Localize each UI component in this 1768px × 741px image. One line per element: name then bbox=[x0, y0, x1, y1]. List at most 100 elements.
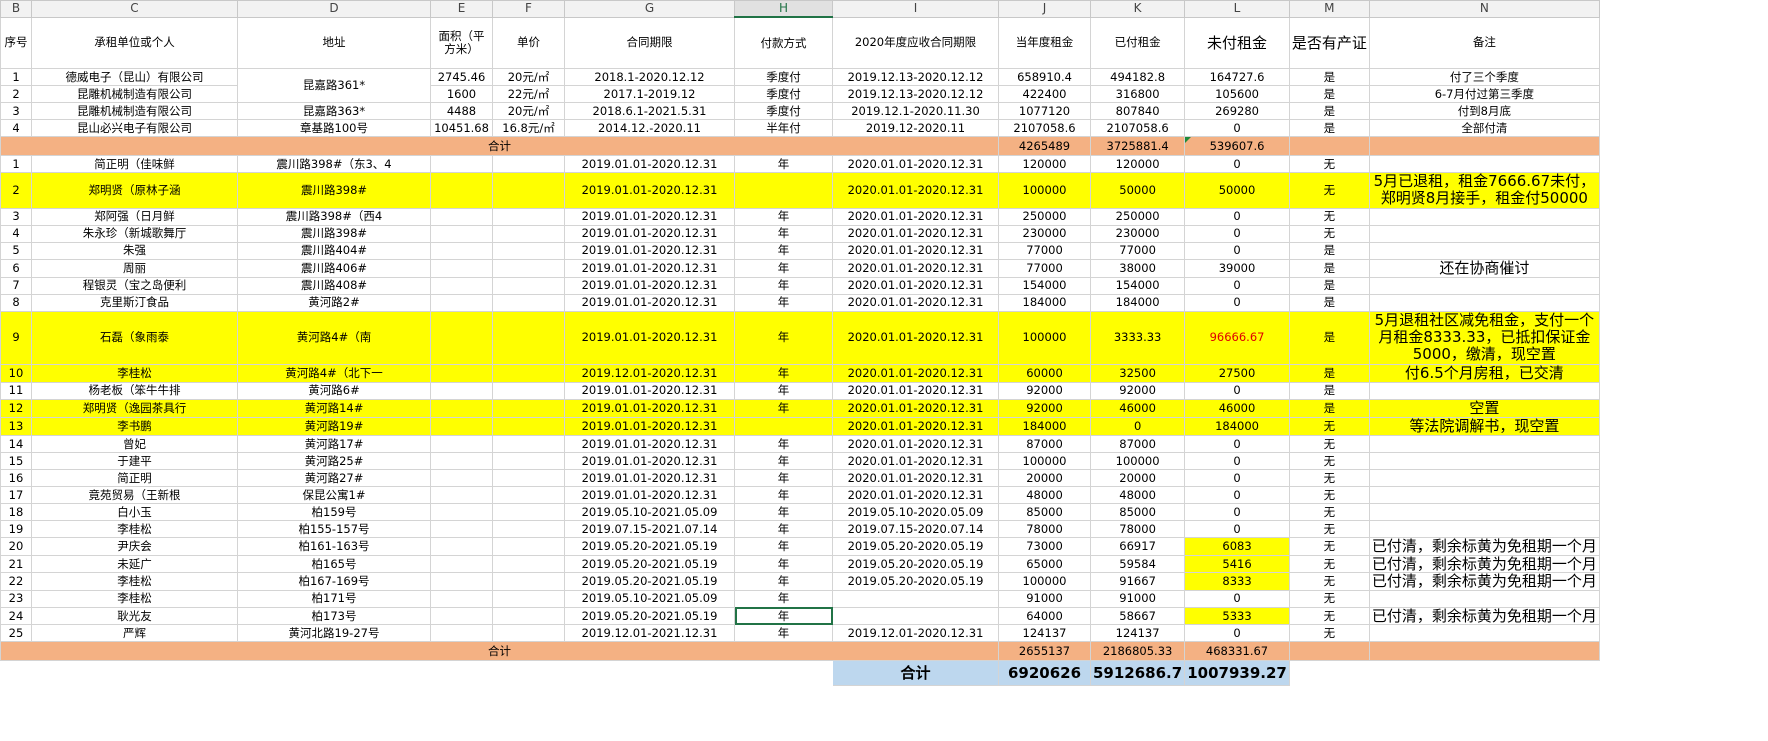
cell-period[interactable]: 2019.07.15-2020.07.14 bbox=[832, 520, 999, 539]
cell-unpaid[interactable]: 105600 bbox=[1184, 85, 1290, 103]
cell-term[interactable]: 2019.01.01-2020.12.31 bbox=[564, 435, 735, 454]
cell-area[interactable] bbox=[430, 416, 493, 437]
cell-paid[interactable]: 124137 bbox=[1089, 624, 1186, 643]
cell-period[interactable]: 2020.01.01-2020.12.31 bbox=[832, 310, 999, 365]
cell-cert[interactable]: 是 bbox=[1288, 85, 1370, 103]
cell-tenant[interactable]: 克里斯汀食品 bbox=[31, 293, 238, 312]
cell-price[interactable] bbox=[492, 224, 565, 243]
cell-address[interactable]: 黄河路25# bbox=[237, 452, 431, 471]
cell-cert[interactable]: 无 bbox=[1288, 207, 1370, 226]
cell-unpaid[interactable]: 50000 bbox=[1184, 172, 1290, 209]
cell-price[interactable] bbox=[492, 606, 565, 626]
cell-area[interactable] bbox=[430, 258, 493, 278]
cell-term[interactable]: 2019.01.01-2020.12.31 bbox=[564, 258, 735, 278]
cell-rent[interactable]: 60000 bbox=[998, 363, 1091, 383]
cell-term[interactable]: 2019.01.01-2020.12.31 bbox=[564, 310, 735, 365]
cell-rent[interactable]: 100000 bbox=[998, 572, 1091, 591]
cell-paid[interactable]: 91000 bbox=[1089, 589, 1186, 608]
cell-rent[interactable]: 87000 bbox=[998, 435, 1091, 454]
cell-payment[interactable]: 年 bbox=[734, 293, 833, 312]
cell-paid[interactable]: 32500 bbox=[1089, 363, 1186, 383]
cell-cert[interactable]: 是 bbox=[1288, 381, 1370, 400]
cell-price[interactable] bbox=[492, 503, 565, 522]
cell-no[interactable]: 15 bbox=[0, 452, 32, 471]
cell-area[interactable] bbox=[430, 241, 493, 260]
cell-term[interactable]: 2019.05.20-2021.05.19 bbox=[564, 554, 735, 574]
cell-note[interactable] bbox=[1368, 469, 1600, 488]
cell-rent[interactable]: 184000 bbox=[998, 416, 1091, 437]
cell-cert[interactable]: 是 bbox=[1288, 310, 1370, 365]
cell-rent[interactable]: 100000 bbox=[998, 310, 1091, 365]
cell-address[interactable]: 柏155-157号 bbox=[237, 520, 431, 539]
cell-period[interactable]: 2019.05.20-2020.05.19 bbox=[832, 537, 999, 556]
cell-note[interactable] bbox=[1368, 624, 1600, 643]
cell-no[interactable]: 3 bbox=[0, 102, 32, 120]
cell-no[interactable]: 23 bbox=[0, 589, 32, 608]
cell-unpaid[interactable]: 0 bbox=[1184, 503, 1290, 522]
cell-term[interactable]: 2019.01.01-2020.12.31 bbox=[564, 486, 735, 505]
cell-payment[interactable]: 年 bbox=[734, 276, 833, 295]
cell-tenant[interactable]: 德威电子（昆山）有限公司 bbox=[31, 68, 238, 86]
cell-tenant[interactable]: 郑明贤（逸园茶具行 bbox=[31, 398, 238, 419]
cell-note[interactable] bbox=[1368, 155, 1600, 173]
cell-cert[interactable]: 是 bbox=[1288, 258, 1370, 278]
cell-unpaid[interactable]: 269280 bbox=[1184, 102, 1290, 120]
cell-price[interactable] bbox=[492, 381, 565, 400]
cell-payment[interactable]: 年 bbox=[734, 486, 833, 505]
cell-term[interactable]: 2019.01.01-2020.12.31 bbox=[564, 207, 735, 226]
header-cell[interactable]: 备注 bbox=[1368, 16, 1600, 69]
cell-period[interactable]: 2020.01.01-2020.12.31 bbox=[832, 207, 999, 226]
cell-period[interactable]: 2020.01.01-2020.12.31 bbox=[832, 452, 999, 471]
cell-area[interactable] bbox=[430, 172, 493, 209]
cell-no[interactable]: 6 bbox=[0, 258, 32, 278]
grand-total-paid[interactable]: 5912686.7 bbox=[1089, 660, 1186, 687]
cell-price[interactable]: 16.8元/㎡ bbox=[492, 119, 565, 137]
cell-price[interactable] bbox=[492, 435, 565, 454]
cell-area[interactable] bbox=[430, 224, 493, 243]
cell-paid[interactable]: 78000 bbox=[1089, 520, 1186, 539]
cell-paid[interactable]: 2107058.6 bbox=[1089, 119, 1186, 137]
cell-note[interactable]: 付到8月底 bbox=[1368, 102, 1600, 120]
cell-paid[interactable]: 807840 bbox=[1089, 102, 1186, 120]
cell-unpaid[interactable]: 0 bbox=[1184, 224, 1290, 243]
cell-paid[interactable]: 20000 bbox=[1089, 469, 1186, 488]
cell-note[interactable] bbox=[1368, 207, 1600, 226]
cell-area[interactable] bbox=[430, 155, 493, 173]
cell-unpaid[interactable]: 0 bbox=[1184, 624, 1290, 643]
cell-period[interactable]: 2020.01.01-2020.12.31 bbox=[832, 172, 999, 209]
cell-unpaid[interactable]: 164727.6 bbox=[1184, 68, 1290, 86]
cell-cert[interactable]: 无 bbox=[1288, 606, 1370, 626]
cell-paid[interactable]: 77000 bbox=[1089, 241, 1186, 260]
cell-payment[interactable]: 年 bbox=[734, 224, 833, 243]
cell-price[interactable] bbox=[492, 172, 565, 209]
header-cell[interactable]: 付款方式 bbox=[734, 16, 833, 69]
cell-address[interactable]: 柏167-169号 bbox=[237, 572, 431, 591]
cell-payment[interactable]: 季度付 bbox=[734, 85, 833, 103]
cell-period[interactable]: 2019.05.20-2020.05.19 bbox=[832, 572, 999, 591]
cell-payment[interactable]: 年 bbox=[734, 589, 833, 608]
cell-payment[interactable] bbox=[734, 416, 833, 437]
cell-term[interactable]: 2019.01.01-2020.12.31 bbox=[564, 155, 735, 173]
cell-note[interactable]: 全部付清 bbox=[1368, 119, 1600, 137]
cell-cert[interactable]: 无 bbox=[1288, 503, 1370, 522]
cell-price[interactable] bbox=[492, 537, 565, 556]
cell-address[interactable]: 震川路406# bbox=[237, 258, 431, 278]
cell-no[interactable]: 20 bbox=[0, 537, 32, 556]
cell-payment[interactable]: 年 bbox=[734, 572, 833, 591]
cell-price[interactable] bbox=[492, 624, 565, 643]
cell-cert[interactable]: 无 bbox=[1288, 452, 1370, 471]
cell-unpaid[interactable]: 0 bbox=[1184, 452, 1290, 471]
cell-rent[interactable]: 20000 bbox=[998, 469, 1091, 488]
cell-payment[interactable]: 年 bbox=[734, 606, 833, 626]
cell-term[interactable]: 2019.01.01-2020.12.31 bbox=[564, 172, 735, 209]
cell-paid[interactable]: 494182.8 bbox=[1089, 68, 1186, 86]
cell-paid[interactable]: 85000 bbox=[1089, 503, 1186, 522]
cell-term[interactable]: 2019.01.01-2020.12.31 bbox=[564, 276, 735, 295]
cell-unpaid[interactable]: 0 bbox=[1184, 276, 1290, 295]
cell-paid[interactable]: 230000 bbox=[1089, 224, 1186, 243]
cell-period[interactable]: 2020.01.01-2020.12.31 bbox=[832, 224, 999, 243]
cell-tenant[interactable]: 简正明 bbox=[31, 469, 238, 488]
cell-payment[interactable]: 年 bbox=[734, 452, 833, 471]
cell-price[interactable] bbox=[492, 276, 565, 295]
cell-period[interactable]: 2020.01.01-2020.12.31 bbox=[832, 276, 999, 295]
